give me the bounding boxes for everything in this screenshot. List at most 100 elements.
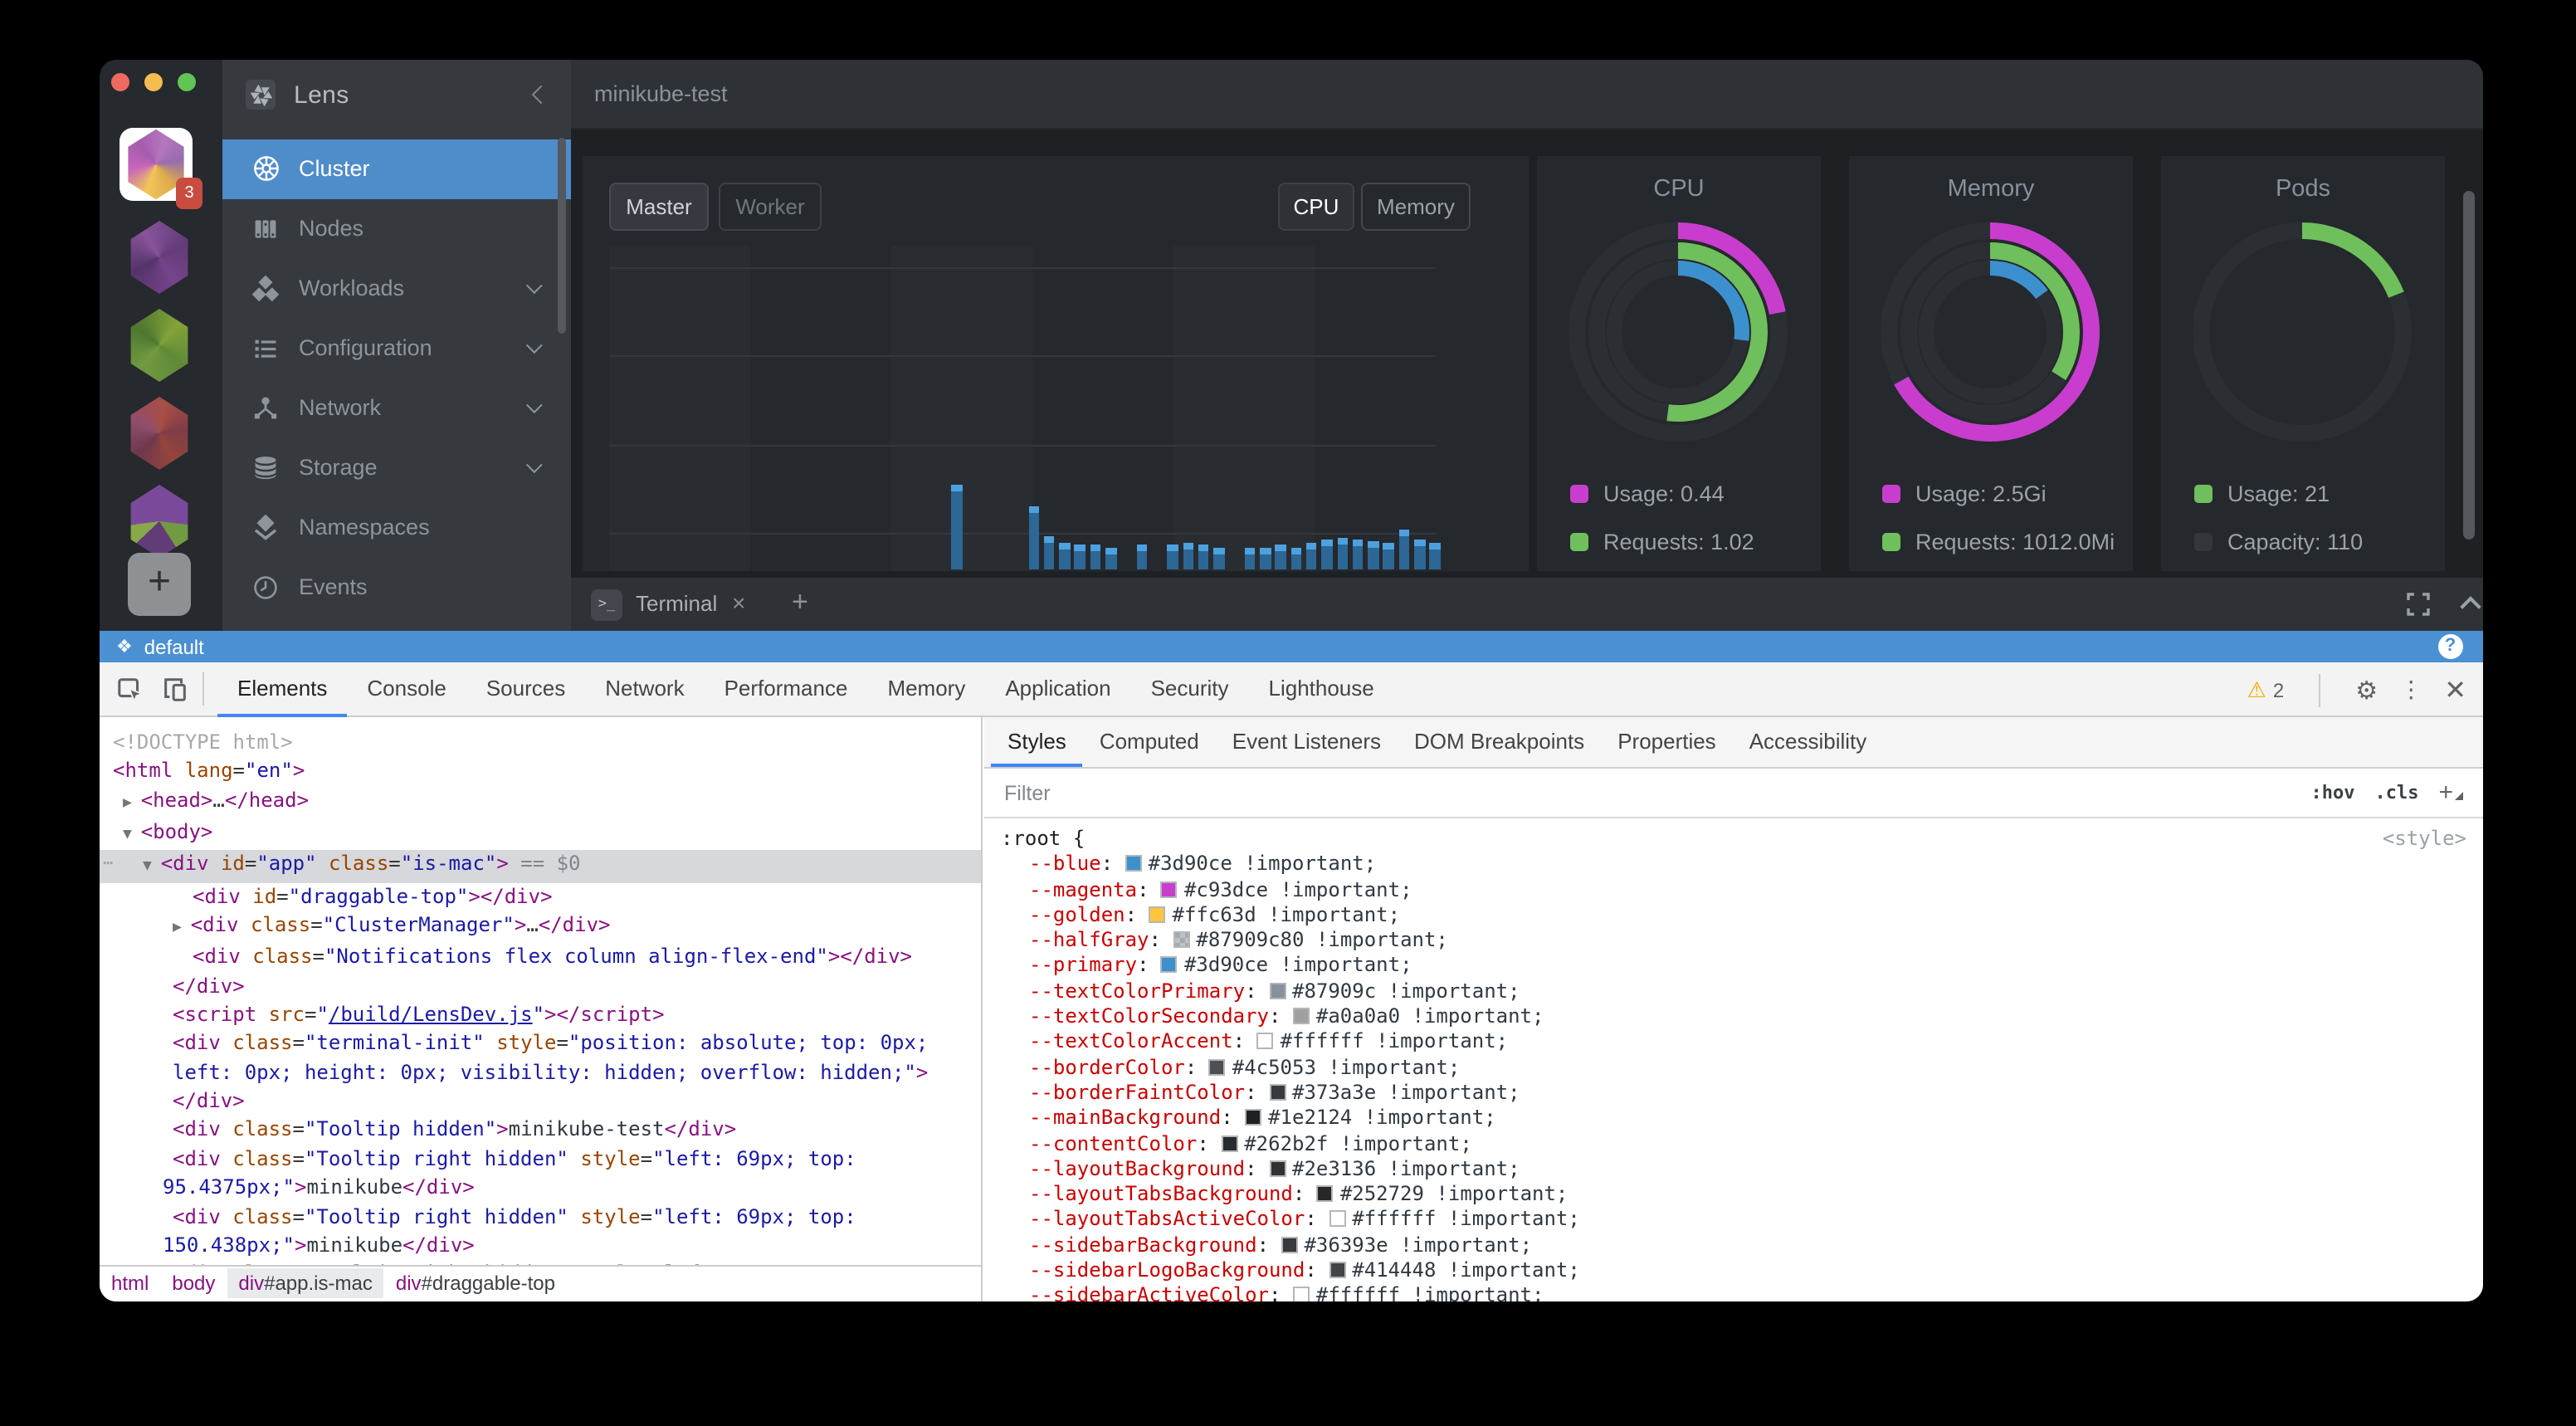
dom-tree-row[interactable]: <div id="draggable-top"></div> [100, 882, 981, 911]
dom-tree-row[interactable]: <div class="Tooltip hidden">minikube-tes… [100, 1116, 981, 1145]
color-swatch[interactable] [1173, 931, 1189, 948]
css-variable-row[interactable]: --textColorPrimary: #87909c !important; [1029, 979, 2466, 1005]
add-cluster-button[interactable]: + [128, 553, 191, 616]
styles-tab-styles[interactable]: Styles [991, 717, 1083, 767]
css-variable-row[interactable]: --textColorSecondary: #a0a0a0 !important… [1029, 1004, 2466, 1030]
tab-lighthouse[interactable]: Lighthouse [1249, 662, 1394, 716]
css-variable-row[interactable]: --golden: #ffc63d !important; [1029, 903, 2466, 929]
tab-security[interactable]: Security [1131, 662, 1249, 716]
sidebar-item-nodes[interactable]: Nodes [222, 198, 571, 258]
css-variable-row[interactable]: --primary: #3d90ce !important; [1029, 954, 2466, 979]
sidebar-item-events[interactable]: Events [222, 557, 571, 617]
device-toolbar-icon[interactable] [161, 675, 189, 703]
styles-tab-dom-breakpoints[interactable]: DOM Breakpoints [1398, 717, 1601, 767]
dom-tree-row[interactable]: ▼ <body> [100, 818, 981, 851]
minimize-window-button[interactable] [144, 73, 163, 91]
new-terminal-icon[interactable]: + [792, 586, 808, 619]
dom-tree-row[interactable]: <!DOCTYPE html> [100, 729, 981, 758]
chevron-up-icon[interactable] [2460, 596, 2481, 617]
color-swatch[interactable] [1149, 906, 1166, 923]
expand-terminal-icon[interactable] [2407, 593, 2430, 616]
css-variable-row[interactable]: --magenta: #c93dce !important; [1029, 877, 2466, 903]
dom-tree-row[interactable]: 150.438px;">minikube</div> [100, 1232, 981, 1261]
styles-filter-input[interactable] [1001, 779, 2310, 806]
sidebar-scrollbar[interactable] [558, 138, 566, 334]
styles-tab-properties[interactable]: Properties [1601, 717, 1733, 767]
color-swatch[interactable] [1281, 1237, 1297, 1253]
dom-tree-row[interactable]: <div class="Tooltip right hidden" style=… [100, 1145, 981, 1174]
color-swatch[interactable] [1269, 1084, 1286, 1101]
color-swatch[interactable] [1245, 1110, 1261, 1126]
css-variable-row[interactable]: --blue: #3d90ce !important; [1029, 852, 2466, 878]
tab-performance[interactable]: Performance [705, 662, 868, 716]
tab-application[interactable]: Application [985, 662, 1130, 716]
color-swatch[interactable] [1257, 1033, 1274, 1050]
css-variable-row[interactable]: --halfGray: #87909c80 !important; [1029, 928, 2466, 954]
css-variable-row[interactable]: --borderFaintColor: #373a3e !important; [1029, 1081, 2466, 1106]
color-swatch[interactable] [1329, 1262, 1345, 1278]
dom-tree-row[interactable]: ▶ <div class="ClusterManager">…</div> [100, 911, 981, 944]
breadcrumb-item[interactable]: html [100, 1269, 160, 1299]
style-source-link[interactable]: <style> [2383, 827, 2466, 852]
styles-tab-computed[interactable]: Computed [1083, 717, 1216, 767]
new-style-rule-button[interactable]: + [2438, 779, 2463, 807]
sidebar-item-network[interactable]: Network [222, 378, 571, 437]
dom-tree-row[interactable]: <script src="/build/LensDev.js"></script… [100, 1001, 981, 1030]
dom-tree-row[interactable]: <div class="Notifications flex column al… [100, 944, 981, 973]
cluster-icon[interactable] [126, 397, 193, 470]
sidebar-item-namespaces[interactable]: Namespaces [222, 497, 571, 557]
color-swatch[interactable] [1161, 881, 1178, 897]
close-window-button[interactable] [111, 73, 129, 91]
dom-tree-row[interactable]: <html lang="en"> [100, 758, 981, 787]
warning-counter[interactable]: ⚠ 2 [2247, 676, 2285, 703]
tab-console[interactable]: Console [347, 662, 466, 716]
close-terminal-icon[interactable]: × [732, 589, 745, 616]
css-variable-row[interactable]: --sidebarBackground: #36393e !important; [1029, 1233, 2466, 1259]
css-variable-row[interactable]: --textColorAccent: #ffffff !important; [1029, 1030, 2466, 1056]
sidebar-item-cluster[interactable]: Cluster [222, 139, 571, 198]
pseudo-state-toggle[interactable]: :hov [2310, 782, 2354, 803]
dom-tree-row[interactable]: left: 0px; height: 0px; visibility: hidd… [100, 1059, 981, 1088]
color-swatch[interactable] [1293, 1008, 1310, 1024]
color-swatch[interactable] [1317, 1185, 1334, 1202]
styles-tab-event-listeners[interactable]: Event Listeners [1216, 717, 1398, 767]
styles-tab-accessibility[interactable]: Accessibility [1733, 717, 1884, 767]
zoom-window-button[interactable] [178, 73, 196, 91]
breadcrumb-item[interactable]: div#draggable-top [384, 1269, 567, 1299]
color-swatch[interactable] [1269, 1160, 1286, 1177]
tab-worker[interactable]: Worker [719, 182, 822, 230]
terminal-tab[interactable]: Terminal [636, 591, 717, 616]
css-variable-row[interactable]: --mainBackground: #1e2124 !important; [1029, 1106, 2466, 1132]
css-selector-line[interactable]: <style>:root { [1001, 827, 2466, 852]
color-swatch[interactable] [1221, 1135, 1237, 1151]
sidebar-item-storage[interactable]: Storage [222, 437, 571, 497]
tab-network[interactable]: Network [585, 662, 704, 716]
css-variable-row[interactable]: --contentColor: #262b2f !important; [1029, 1131, 2466, 1157]
cluster-icon-active[interactable]: 3 [120, 128, 193, 201]
element-classes-toggle[interactable]: .cls [2374, 782, 2418, 803]
color-swatch[interactable] [1293, 1287, 1310, 1301]
css-variable-row[interactable]: --borderColor: #4c5053 !important; [1029, 1055, 2466, 1081]
breadcrumb-item[interactable]: body [160, 1269, 227, 1299]
css-variable-row[interactable]: --layoutTabsActiveColor: #ffffff !import… [1029, 1208, 2466, 1233]
dom-tree-row[interactable]: ▶ <head>…</head> [100, 786, 981, 818]
dom-tree-row[interactable]: ⋯▼ <div id="app" class="is-mac"> == $0 [100, 851, 981, 883]
color-swatch[interactable] [1125, 856, 1142, 872]
sidebar-item-configuration[interactable]: Configuration [222, 318, 571, 378]
collapse-sidebar-icon[interactable] [532, 85, 551, 105]
tab-sources[interactable]: Sources [466, 662, 585, 716]
help-button[interactable]: ? [2437, 633, 2463, 659]
tab-elements[interactable]: Elements [217, 662, 347, 716]
close-devtools-icon[interactable]: ✕ [2444, 673, 2466, 706]
css-variable-row[interactable]: --layoutTabsBackground: #252729 !importa… [1029, 1182, 2466, 1208]
tab-master[interactable]: Master [609, 182, 709, 230]
color-swatch[interactable] [1209, 1058, 1226, 1075]
color-swatch[interactable] [1161, 957, 1178, 974]
cluster-icon[interactable] [126, 485, 193, 558]
css-variable-row[interactable]: --layoutBackground: #2e3136 !important; [1029, 1157, 2466, 1183]
dom-tree-row[interactable]: <div class="Tooltip right hidden" style=… [100, 1203, 981, 1232]
cluster-icon[interactable] [126, 309, 193, 382]
tab-cpu[interactable]: CPU [1278, 182, 1354, 230]
dom-tree-row[interactable]: <div class="terminal-init" style="positi… [100, 1030, 981, 1059]
breadcrumb-item[interactable]: div#app.is-mac [227, 1269, 383, 1299]
